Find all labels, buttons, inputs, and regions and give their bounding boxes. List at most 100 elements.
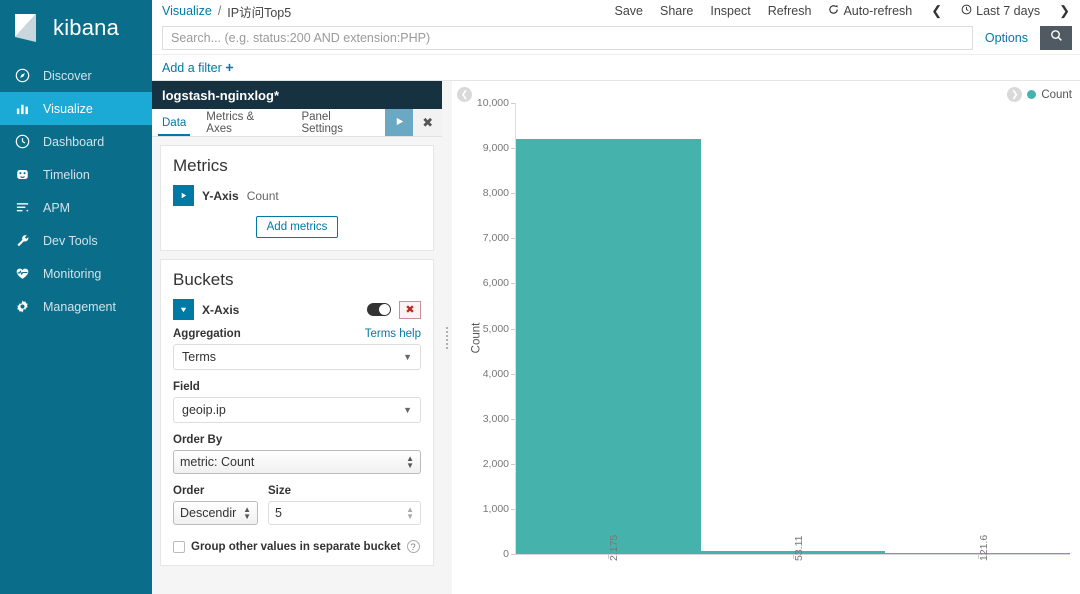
group-other-checkbox[interactable]: [173, 541, 185, 553]
breadcrumb: Visualize / IP访问Top5: [162, 2, 291, 21]
size-input[interactable]: 5 ▲▼: [268, 501, 421, 525]
y-axis-tick-label: 3,000: [483, 413, 509, 425]
legend-collapse-icon[interactable]: ❯: [1007, 87, 1022, 102]
order-by-value: metric: Count: [180, 455, 406, 469]
metrics-y-axis-row[interactable]: Y-Axis Count: [173, 185, 421, 206]
order-value: Descendir: [180, 506, 243, 520]
compass-icon: [14, 67, 31, 84]
tab-label: Metrics & Axes: [206, 111, 281, 135]
aggregation-select[interactable]: Terms ▼: [173, 344, 421, 370]
metrics-row-value: Count: [247, 189, 279, 203]
caret-down-icon[interactable]: [173, 299, 194, 320]
sidebar-item-management[interactable]: Management: [0, 290, 152, 323]
inspect-button[interactable]: Inspect: [710, 4, 750, 18]
delete-icon[interactable]: ✖: [399, 301, 421, 319]
breadcrumb-root[interactable]: Visualize: [162, 4, 212, 18]
apply-changes-button[interactable]: [385, 109, 414, 136]
x-axis-tick: 2.175: [515, 554, 700, 588]
add-filter-label: Add a filter: [162, 61, 222, 75]
search-input[interactable]: Search... (e.g. status:200 AND extension…: [162, 26, 973, 50]
time-range-button[interactable]: Last 7 days: [961, 4, 1040, 18]
sidebar-item-dashboard[interactable]: Dashboard: [0, 125, 152, 158]
aggregation-value: Terms: [182, 350, 403, 364]
order-and-size-row: Order Descendir ▲▼ Size 5 ▲▼: [173, 485, 421, 536]
buckets-heading: Buckets: [173, 270, 421, 290]
sidebar-item-visualize[interactable]: Visualize: [0, 92, 152, 125]
bar-slot: [516, 103, 701, 554]
tab-data[interactable]: Data: [152, 109, 196, 136]
metrics-row-label: Y-Axis: [202, 189, 239, 203]
visualization-panel: ❮ ❯ Count Count 01,0002,0003,0004,0005,0…: [452, 81, 1080, 594]
order-by-label: Order By: [173, 434, 421, 446]
chevron-right-icon[interactable]: ❯: [1057, 3, 1072, 19]
chevron-left-circle-icon[interactable]: ❮: [457, 87, 472, 102]
sidebar-item-label: Visualize: [43, 102, 93, 116]
question-icon[interactable]: ?: [407, 540, 420, 553]
sidebar-item-label: Timelion: [43, 168, 90, 182]
y-axis-tick-label: 10,000: [477, 97, 509, 109]
y-axis-tick-label: 1,000: [483, 503, 509, 515]
close-icon: ✖: [422, 115, 433, 131]
drag-handle-icon: [446, 327, 448, 349]
order-select[interactable]: Descendir ▲▼: [173, 501, 258, 525]
aggregation-label: Aggregation: [173, 328, 241, 340]
editor-and-visualization: logstash-nginxlog* Data Metrics & Axes P…: [152, 81, 1080, 594]
y-axis-tick-label: 7,000: [483, 232, 509, 244]
tab-label: Panel Settings: [301, 111, 374, 135]
tab-panel-settings[interactable]: Panel Settings: [291, 109, 384, 136]
chevron-left-icon[interactable]: ❮: [929, 3, 944, 19]
group-other-label: Group other values in separate bucket: [191, 541, 401, 553]
auto-refresh-button[interactable]: Auto-refresh: [828, 4, 912, 18]
y-axis-tick-label: 6,000: [483, 277, 509, 289]
caret-right-icon[interactable]: [173, 185, 194, 206]
sidebar-item-discover[interactable]: Discover: [0, 59, 152, 92]
x-axis-tick: 121.6: [885, 554, 1070, 588]
options-button[interactable]: Options: [973, 31, 1040, 45]
play-icon: [394, 114, 405, 132]
filter-bar: Add a filter: [152, 54, 1080, 81]
sidebar-item-apm[interactable]: APM: [0, 191, 152, 224]
y-axis-tick-label: 9,000: [483, 142, 509, 154]
timelion-icon: [14, 166, 31, 183]
editor-resize-handle[interactable]: [442, 81, 452, 594]
kibana-app: kibana Discover Visualize Dashboard: [0, 0, 1080, 594]
search-submit-button[interactable]: [1040, 26, 1072, 50]
gear-icon: [14, 298, 31, 315]
discard-changes-button[interactable]: ✖: [413, 109, 442, 136]
stepper-arrows-icon[interactable]: ▲▼: [406, 506, 414, 520]
field-select[interactable]: geoip.ip ▼: [173, 397, 421, 423]
group-other-row: Group other values in separate bucket ?: [173, 540, 421, 553]
dashboard-icon: [14, 133, 31, 150]
tab-label: Data: [162, 117, 186, 129]
order-by-select[interactable]: metric: Count ▲▼: [173, 450, 421, 474]
share-button[interactable]: Share: [660, 4, 693, 18]
x-axis-tick: 53.11: [700, 554, 885, 588]
refresh-button[interactable]: Refresh: [768, 4, 812, 18]
sidebar-item-label: APM: [43, 201, 70, 215]
sidebar-item-dev-tools[interactable]: Dev Tools: [0, 224, 152, 257]
y-axis-tick-label: 8,000: [483, 187, 509, 199]
sidebar-item-timelion[interactable]: Timelion: [0, 158, 152, 191]
breadcrumb-current: IP访问Top5: [227, 2, 291, 21]
sidebar-item-monitoring[interactable]: Monitoring: [0, 257, 152, 290]
add-metrics-button[interactable]: Add metrics: [256, 216, 339, 238]
save-button[interactable]: Save: [615, 4, 644, 18]
tab-metrics-and-axes[interactable]: Metrics & Axes: [196, 109, 291, 136]
bar-chart-icon: [14, 100, 31, 117]
metrics-card: Metrics Y-Axis Count Add metrics: [160, 145, 434, 251]
chart-area: Count 01,0002,0003,0004,0005,0006,0007,0…: [452, 81, 1080, 594]
brand-logo[interactable]: kibana: [0, 0, 152, 55]
add-filter-button[interactable]: Add a filter: [162, 61, 234, 75]
kibana-logo-icon: [10, 11, 44, 45]
bar-slot: [885, 103, 1070, 554]
wrench-icon: [14, 232, 31, 249]
x-axis-ticks: 2.17553.11121.6: [515, 554, 1070, 588]
toggle-switch-icon[interactable]: [367, 303, 391, 316]
terms-help-link[interactable]: Terms help: [365, 328, 421, 340]
top-actions: Save Share Inspect Refresh Auto-refresh …: [615, 3, 1072, 19]
y-axis-ticks: 01,0002,0003,0004,0005,0006,0007,0008,00…: [452, 81, 515, 594]
bar[interactable]: [516, 139, 701, 554]
y-axis-tick-label: 0: [503, 548, 509, 560]
search-placeholder: Search... (e.g. status:200 AND extension…: [171, 31, 430, 45]
bar-slot: [701, 103, 886, 554]
